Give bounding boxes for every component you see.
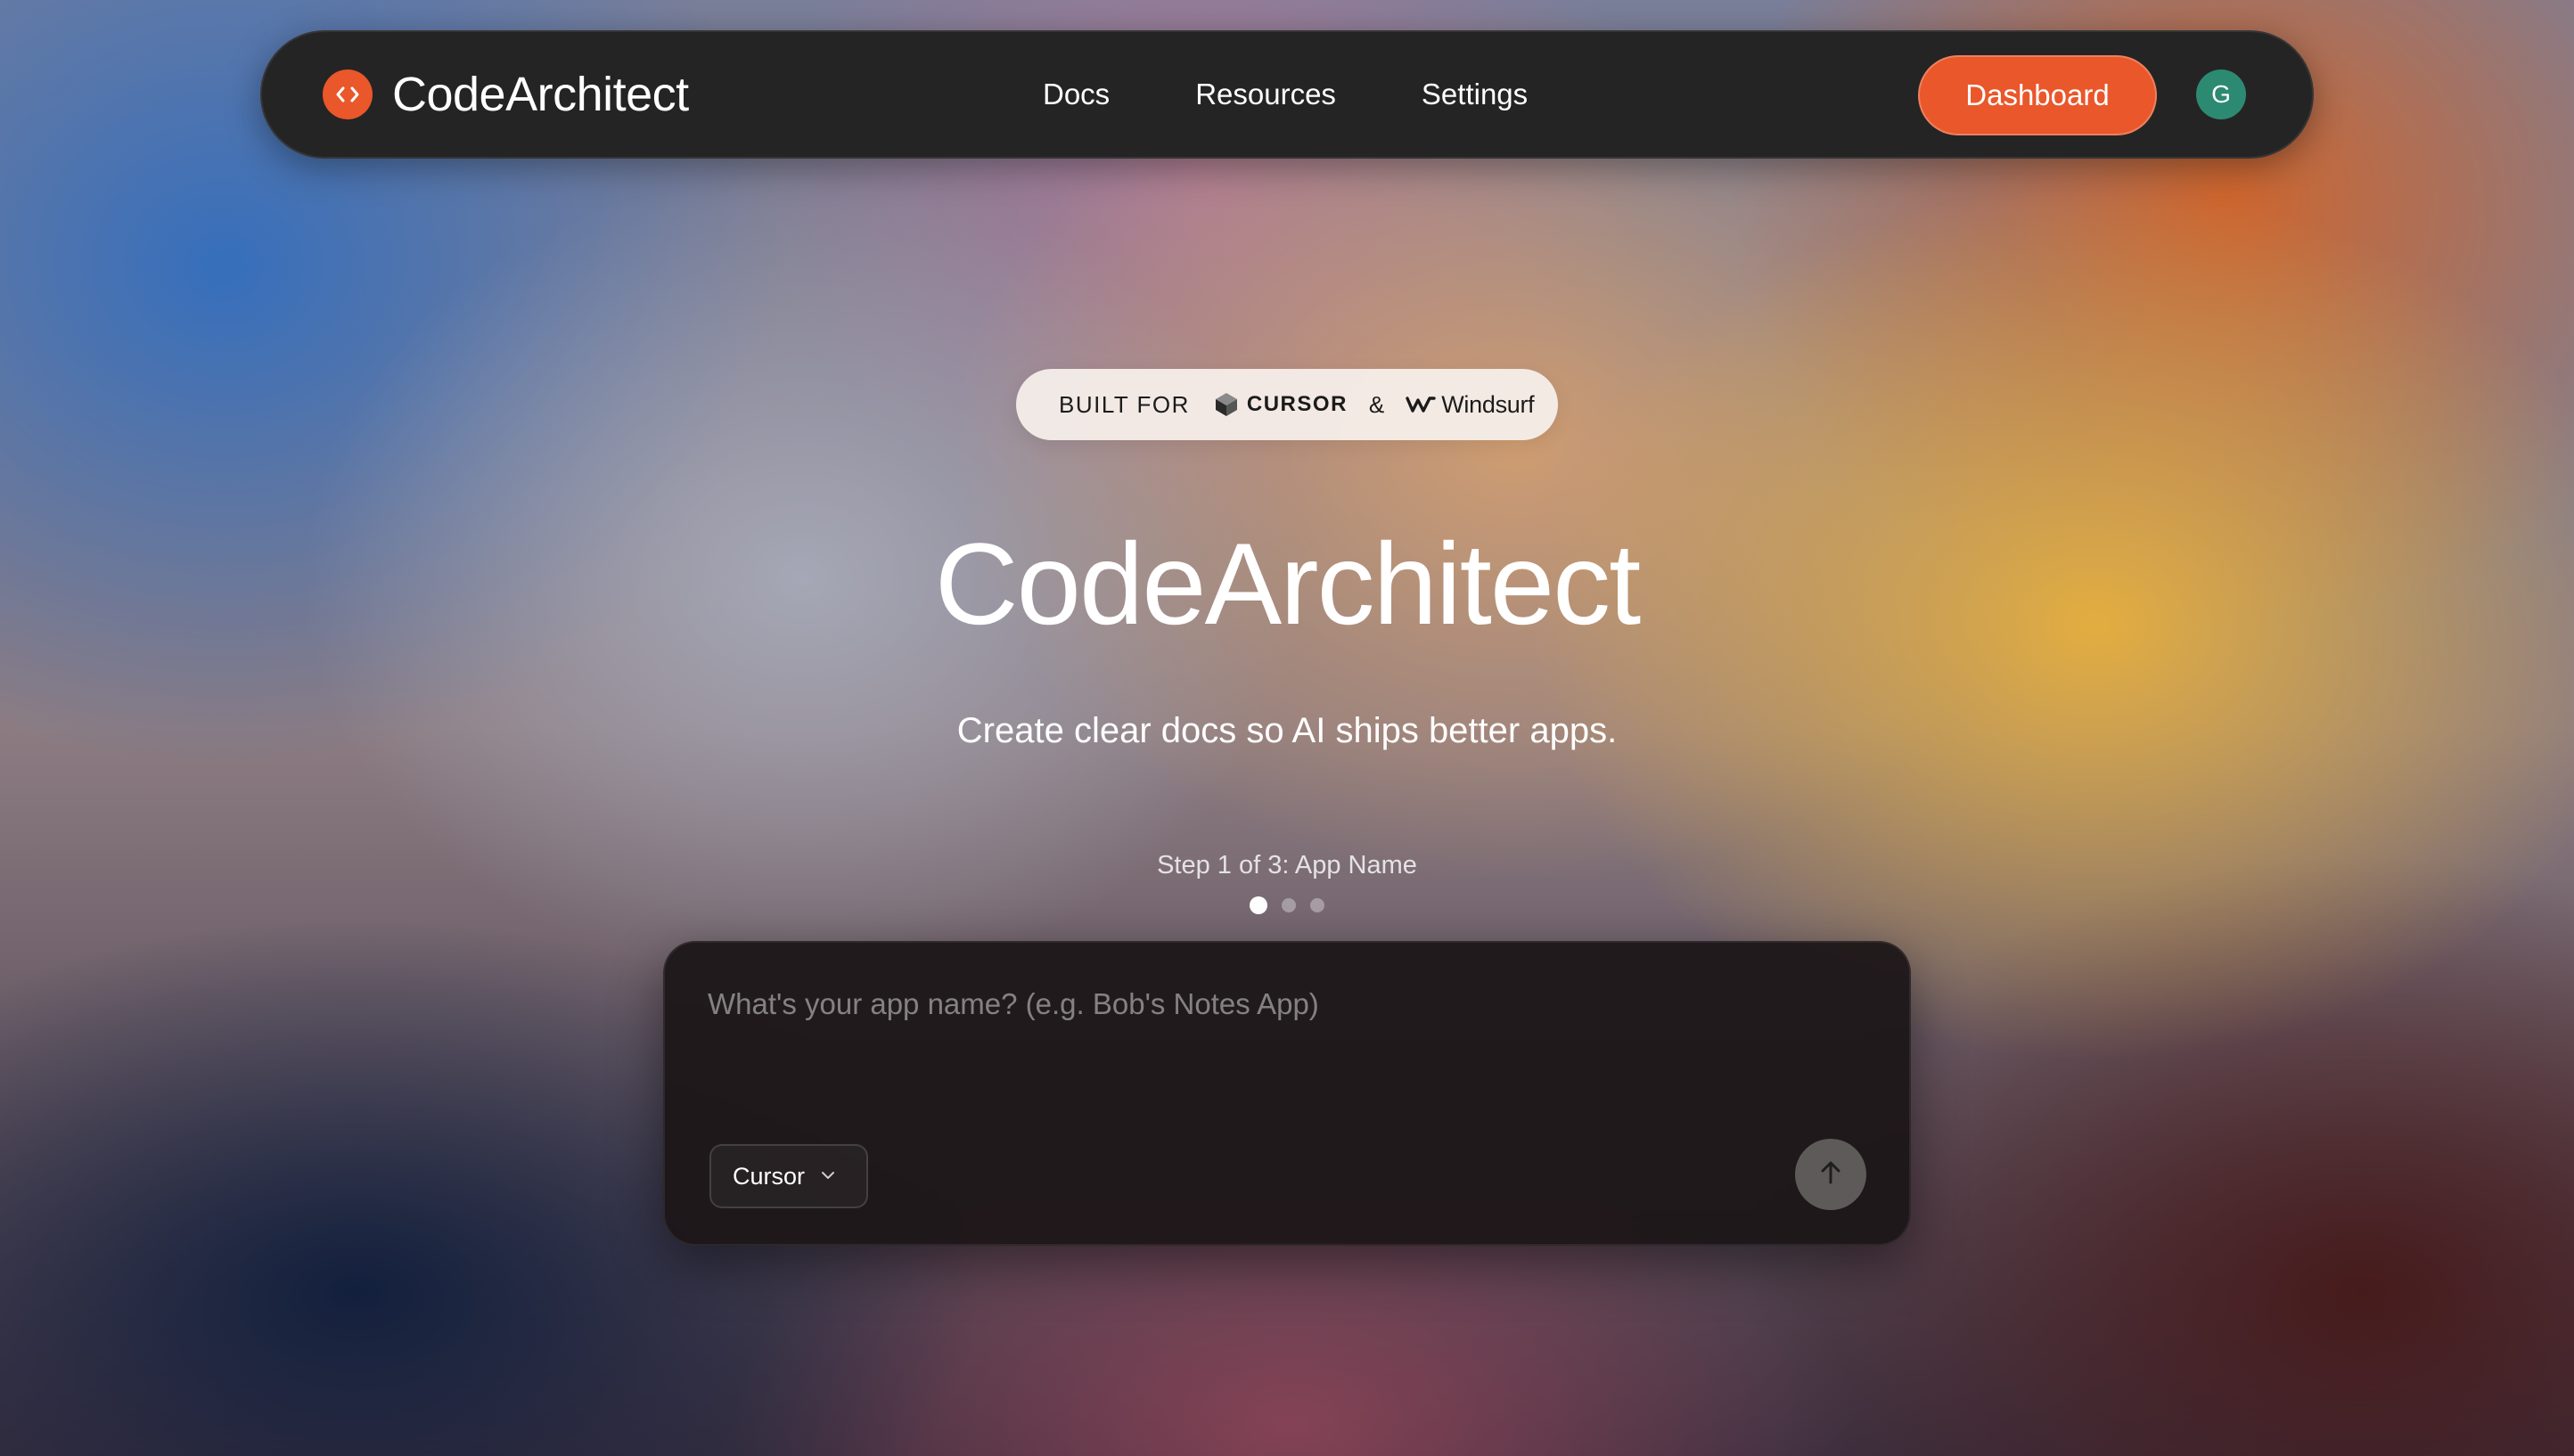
hero-subtitle: Create clear docs so AI ships better app… bbox=[956, 711, 1618, 750]
arrow-up-icon bbox=[1819, 1160, 1842, 1190]
ide-select[interactable]: Cursor bbox=[709, 1144, 868, 1208]
ide-select-value: Cursor bbox=[733, 1162, 806, 1190]
badge-separator: & bbox=[1368, 390, 1385, 418]
step-dot-3 bbox=[1310, 898, 1324, 912]
dashboard-button[interactable]: Dashboard bbox=[1918, 55, 2157, 135]
nav-link-resources[interactable]: Resources bbox=[1195, 78, 1336, 111]
windsurf-brand-name: Windsurf bbox=[1441, 390, 1535, 418]
user-avatar[interactable]: G bbox=[2196, 70, 2246, 119]
app-name-input[interactable] bbox=[708, 982, 1849, 1027]
step-label: Step 1 of 3: App Name bbox=[1157, 851, 1417, 879]
built-for-badge: BUILT FOR CURSOR & Windsurf bbox=[1016, 369, 1558, 440]
step-dot-2 bbox=[1282, 898, 1296, 912]
step-dot-1 bbox=[1250, 896, 1267, 914]
step-indicator bbox=[1250, 896, 1339, 914]
submit-button[interactable] bbox=[1795, 1139, 1866, 1210]
chevron-down-icon bbox=[821, 1168, 835, 1184]
nav-link-docs[interactable]: Docs bbox=[1043, 78, 1110, 111]
brand-name: CodeArchitect bbox=[392, 68, 689, 121]
nav-links: Docs Resources Settings bbox=[1043, 32, 1613, 157]
windsurf-wave-icon bbox=[1406, 394, 1436, 415]
nav-link-settings[interactable]: Settings bbox=[1422, 78, 1528, 111]
cursor-cube-icon bbox=[1215, 392, 1238, 417]
built-for-label: BUILT FOR bbox=[1059, 390, 1190, 418]
app-name-card: Cursor bbox=[663, 941, 1911, 1246]
brand[interactable]: CodeArchitect bbox=[323, 32, 689, 157]
top-navbar: CodeArchitect Docs Resources Settings Da… bbox=[260, 30, 2314, 159]
cursor-brand-name: CURSOR bbox=[1246, 392, 1348, 416]
hero-title: CodeArchitect bbox=[934, 519, 1642, 649]
code-brackets-icon bbox=[323, 70, 373, 119]
